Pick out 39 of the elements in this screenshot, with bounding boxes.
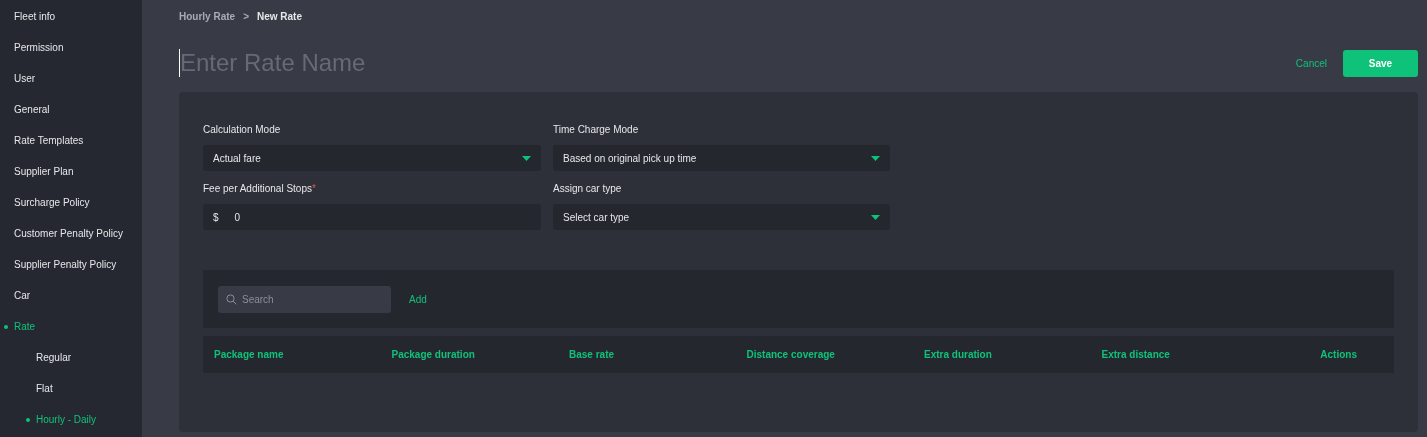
search-field[interactable]: Search [218, 285, 391, 313]
sidebar-item[interactable]: Hourly - Daily [0, 404, 142, 435]
sidebar-item[interactable]: Car [0, 280, 142, 311]
column-header: Extra duration [924, 348, 993, 362]
amount-field[interactable]: $ 0 [203, 204, 541, 230]
sidebar-item[interactable]: General [0, 94, 142, 125]
select-field[interactable]: Based on original pick up time [553, 145, 890, 171]
select-field[interactable]: Select car type [553, 204, 890, 230]
column-header: Actions [1319, 348, 1358, 362]
cancel-button[interactable]: Cancel [1279, 55, 1343, 71]
sidebar-item[interactable]: Supplier Penalty Policy [0, 249, 142, 280]
column-header: Package duration [391, 348, 476, 362]
sidebar-item[interactable]: Fleet info [0, 1, 142, 32]
field-label: Fee per Additional Stops [203, 182, 312, 196]
breadcrumb-current: New Rate [256, 11, 302, 22]
breadcrumb-link[interactable]: Hourly Rate [179, 11, 236, 22]
column-header: Base rate [569, 348, 616, 362]
required-mark: * [311, 182, 316, 196]
sidebar-item[interactable]: Customer Penalty Policy [0, 218, 142, 249]
sidebar-item[interactable]: Supplier Plan [0, 156, 142, 187]
field-label: Time Charge Mode [553, 123, 639, 137]
caret-icon [871, 214, 880, 220]
column-header: Package name [214, 348, 285, 362]
caret-icon [871, 155, 880, 161]
sidebar-item[interactable]: Surcharge Policy [0, 187, 142, 218]
sidebar-item[interactable]: Regular [0, 342, 142, 373]
field-label: Assign car type [553, 182, 622, 196]
select-field[interactable]: Actual fare [203, 145, 541, 171]
sidebar-item[interactable]: Permission [0, 32, 142, 63]
breadcrumb-separator: > [243, 11, 249, 22]
caret-icon [522, 155, 531, 161]
sidebar-item[interactable]: Rate [0, 311, 142, 342]
sidebar-item[interactable]: Flat [0, 373, 142, 404]
column-header: Extra distance [1101, 348, 1171, 362]
add-link[interactable]: Add [409, 291, 427, 307]
field-label: Calculation Mode [203, 123, 281, 137]
column-header: Distance coverage [746, 348, 836, 362]
sidebar-item[interactable]: Rate Templates [0, 125, 142, 156]
sidebar-item[interactable]: User [0, 63, 142, 94]
